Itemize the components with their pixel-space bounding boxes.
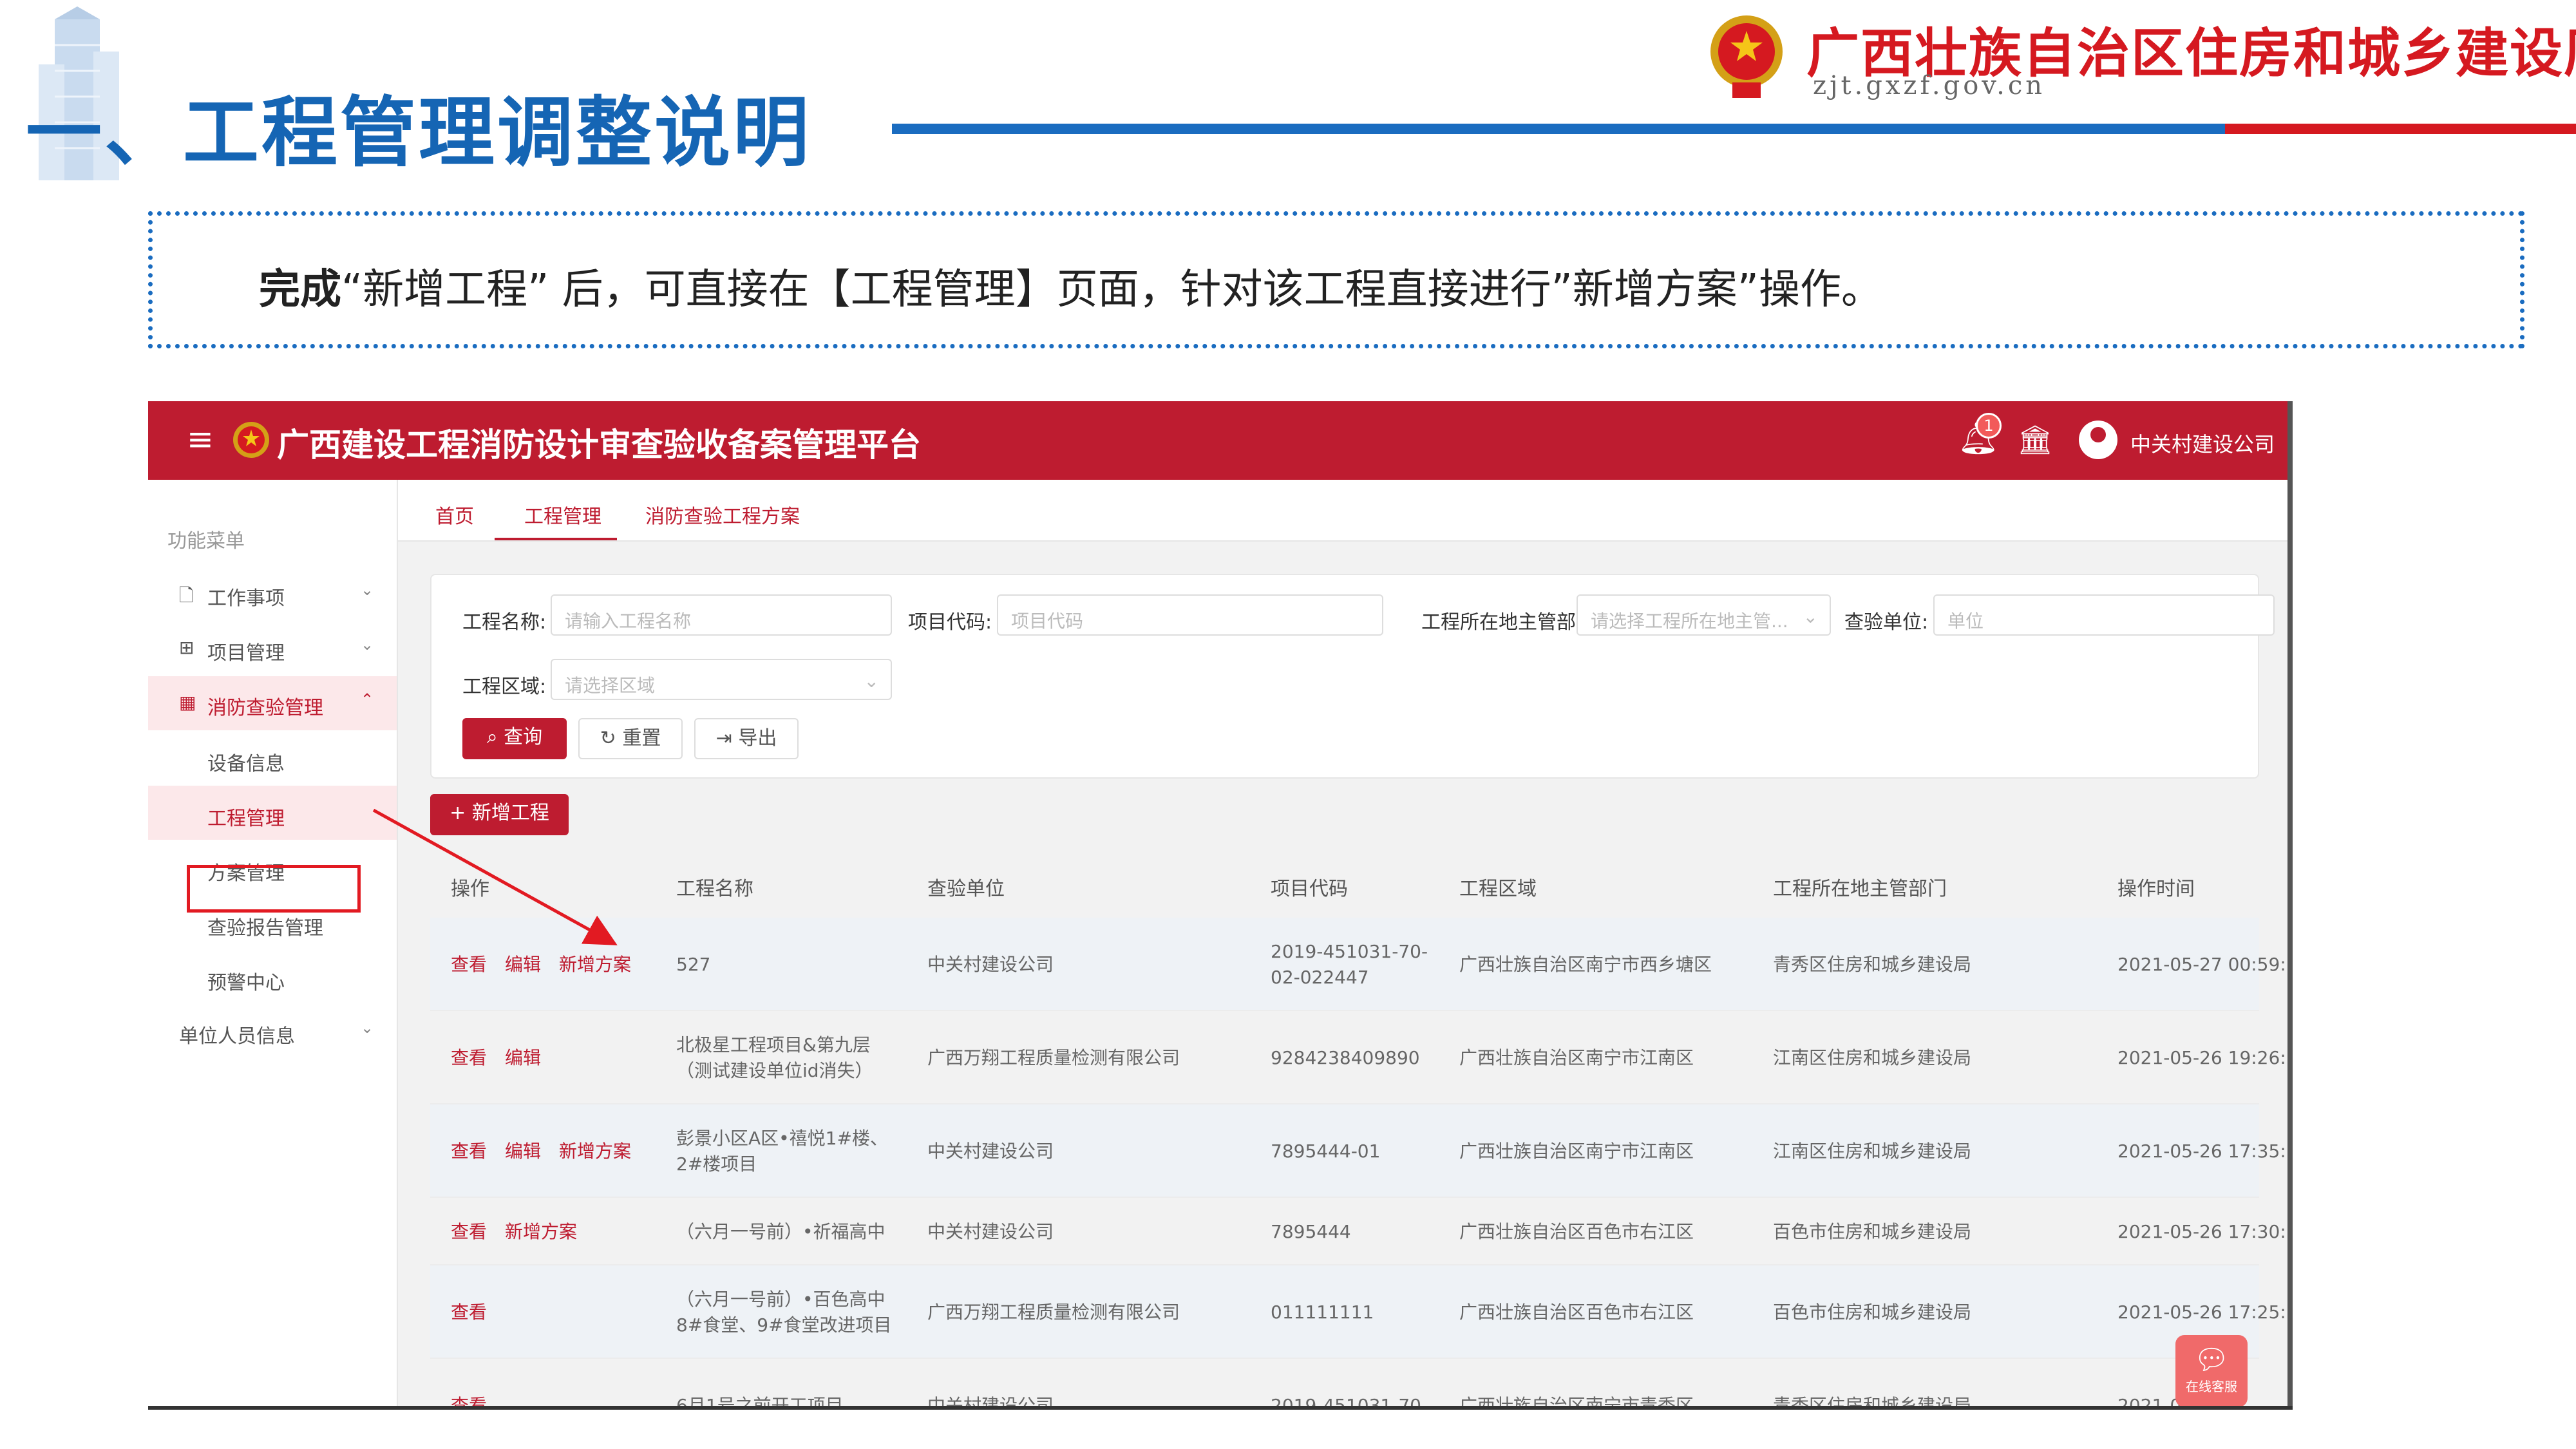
note-bold: 完成 xyxy=(259,266,341,314)
national-emblem-icon xyxy=(1710,15,1783,98)
app-screenshot: ≡ 广西建设工程消防设计审查验收备案管理平台 🔔︎ 1 🏛︎ 中关村建设公司 功… xyxy=(148,401,2293,1409)
note-text: 完成“新增工程” 后，可直接在【工程管理】页面，针对该工程直接进行”新增方案”操… xyxy=(259,256,1882,316)
title-divider-blue xyxy=(892,124,2225,134)
org-url: zjt.gxzf.gov.cn xyxy=(1813,71,2046,100)
title-divider-red xyxy=(2225,124,2576,134)
app-bottom-border xyxy=(148,1406,2293,1410)
annotation-arrow xyxy=(372,808,618,945)
note-rest: “新增工程” 后，可直接在【工程管理】页面，针对该工程直接进行”新增方案”操作。 xyxy=(341,266,1882,314)
note-box: 完成“新增工程” 后，可直接在【工程管理】页面，针对该工程直接进行”新增方案”操… xyxy=(148,211,2524,348)
slide-title: 一、工程管理调整说明 xyxy=(26,88,812,177)
